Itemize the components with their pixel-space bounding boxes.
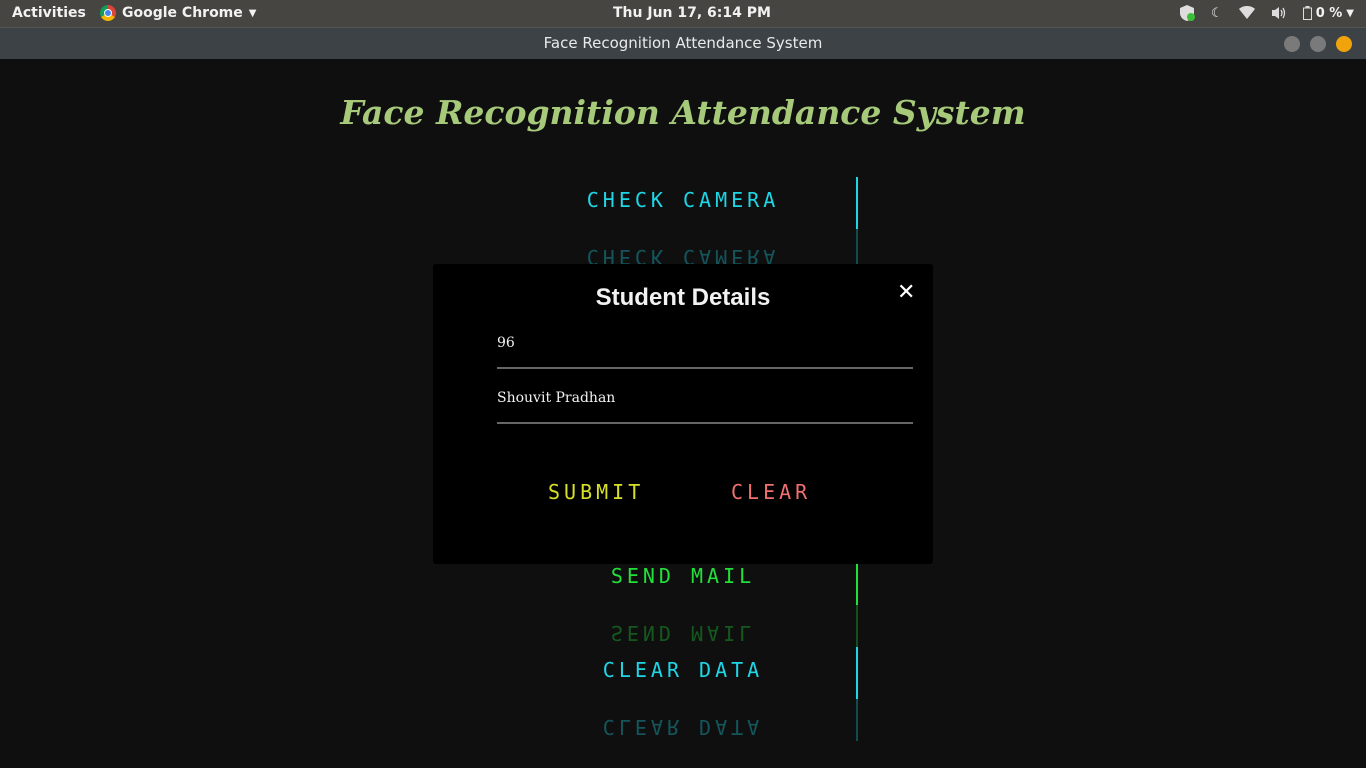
clock[interactable]: Thu Jun 17, 6:14 PM — [613, 5, 771, 21]
window-title-bar[interactable]: Face Recognition Attendance System — [0, 27, 1366, 59]
clear-button[interactable]: CLEAR — [731, 480, 811, 504]
app-menu[interactable]: Google Chrome ▼ — [100, 5, 256, 21]
system-top-bar: Activities Google Chrome ▼ Thu Jun 17, 6… — [0, 0, 1366, 27]
clear-data-button[interactable]: CLEAR DATA — [433, 658, 933, 682]
chevron-down-icon: ▼ — [1346, 7, 1354, 19]
check-camera-accent-line — [856, 177, 858, 229]
system-tray[interactable]: ☾ 0 % ▼ — [1179, 4, 1354, 22]
student-name-field-wrapper — [497, 384, 913, 424]
student-id-input[interactable] — [497, 329, 913, 351]
clear-data-reflection: CLEAR DATA — [602, 715, 764, 739]
close-icon[interactable]: ✕ — [897, 280, 915, 305]
send-mail-accent-line-faded — [856, 605, 858, 647]
activities-button[interactable]: Activities — [12, 5, 86, 21]
wifi-icon — [1238, 6, 1255, 19]
check-camera-button[interactable]: CHECK CAMERA — [433, 188, 933, 212]
clear-data-accent-line — [856, 647, 858, 699]
app-name: Google Chrome — [122, 5, 243, 21]
window-title: Face Recognition Attendance System — [543, 34, 823, 52]
send-mail-button[interactable]: SEND MAIL — [433, 564, 933, 588]
modal-title: Student Details — [595, 284, 771, 311]
chrome-icon — [100, 5, 116, 21]
minimize-button[interactable] — [1284, 36, 1300, 52]
student-details-modal: Student Details ✕ SUBMIT CLEAR — [433, 264, 933, 564]
clear-data-accent-line-faded — [856, 699, 858, 741]
student-name-input[interactable] — [497, 384, 913, 406]
shield-icon[interactable] — [1179, 4, 1196, 22]
close-window-button[interactable] — [1336, 36, 1352, 52]
page-title: Face Recognition Attendance System — [340, 93, 1026, 132]
submit-button[interactable]: SUBMIT — [548, 480, 644, 504]
battery-percent: 0 % — [1315, 5, 1343, 21]
night-light-icon: ☾ — [1211, 5, 1223, 21]
send-mail-reflection: SEND MAIL — [610, 621, 756, 645]
chevron-down-icon: ▼ — [248, 7, 257, 19]
volume-icon — [1271, 7, 1285, 19]
maximize-button[interactable] — [1310, 36, 1326, 52]
student-id-field-wrapper — [497, 329, 913, 369]
battery-icon — [1302, 6, 1312, 20]
